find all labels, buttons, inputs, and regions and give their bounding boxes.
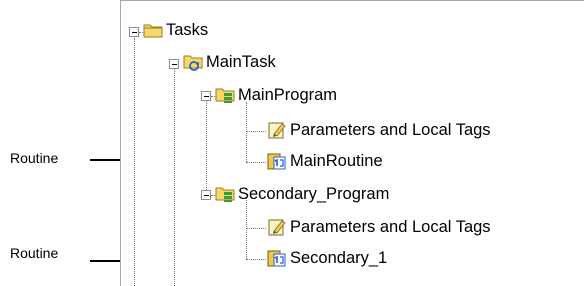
tree-connector bbox=[246, 102, 247, 162]
tree-node-mainprogram-parameters[interactable]: Parameters and Local Tags bbox=[267, 119, 491, 141]
folder-icon bbox=[143, 21, 163, 39]
tree-connector bbox=[174, 67, 175, 286]
tree-node-label: Parameters and Local Tags bbox=[290, 217, 491, 236]
tags-icon bbox=[267, 218, 287, 236]
tree-connector bbox=[246, 259, 266, 260]
task-icon bbox=[183, 53, 203, 71]
tree-connector bbox=[246, 162, 266, 163]
routine-icon bbox=[267, 249, 287, 267]
routine-callout-label-1: Routine bbox=[10, 150, 59, 166]
maintask-collapse-toggle[interactable] bbox=[169, 59, 179, 69]
tree-node-label: Parameters and Local Tags bbox=[290, 120, 491, 139]
tree-connector bbox=[134, 38, 135, 286]
tree-node-label: MainTask bbox=[206, 52, 276, 71]
tree-node-mainroutine[interactable]: MainRoutine bbox=[267, 150, 383, 172]
tree-node-secondary-1[interactable]: Secondary_1 bbox=[267, 247, 387, 269]
tree-node-mainprogram[interactable]: MainProgram bbox=[215, 84, 337, 106]
tree-node-secondary-parameters[interactable]: Parameters and Local Tags bbox=[267, 216, 491, 238]
routine-callout-label-2: Routine bbox=[10, 245, 59, 261]
tree-node-label: Secondary_1 bbox=[290, 248, 388, 267]
routine-icon bbox=[267, 152, 287, 170]
tree-node-label: Secondary_Program bbox=[238, 184, 390, 203]
mainprogram-collapse-toggle[interactable] bbox=[201, 91, 211, 101]
tree-node-tasks[interactable]: Tasks bbox=[143, 19, 208, 41]
tree-connector bbox=[246, 228, 266, 229]
tree-connector bbox=[246, 131, 266, 132]
secondary-program-collapse-toggle[interactable] bbox=[201, 190, 211, 200]
tasks-collapse-toggle[interactable] bbox=[129, 27, 139, 37]
program-icon bbox=[215, 86, 235, 104]
tree-node-label: MainProgram bbox=[238, 85, 338, 104]
tree-node-label: MainRoutine bbox=[290, 151, 383, 170]
tree-node-secondary-program[interactable]: Secondary_Program bbox=[215, 183, 389, 205]
tags-icon bbox=[267, 121, 287, 139]
controller-organizer-tree: Tasks MainTask MainProgram Parameters an… bbox=[120, 0, 584, 286]
tree-connector bbox=[206, 99, 207, 194]
tree-node-label: Tasks bbox=[166, 20, 209, 39]
program-icon bbox=[215, 185, 235, 203]
tree-node-maintask[interactable]: MainTask bbox=[183, 51, 276, 73]
